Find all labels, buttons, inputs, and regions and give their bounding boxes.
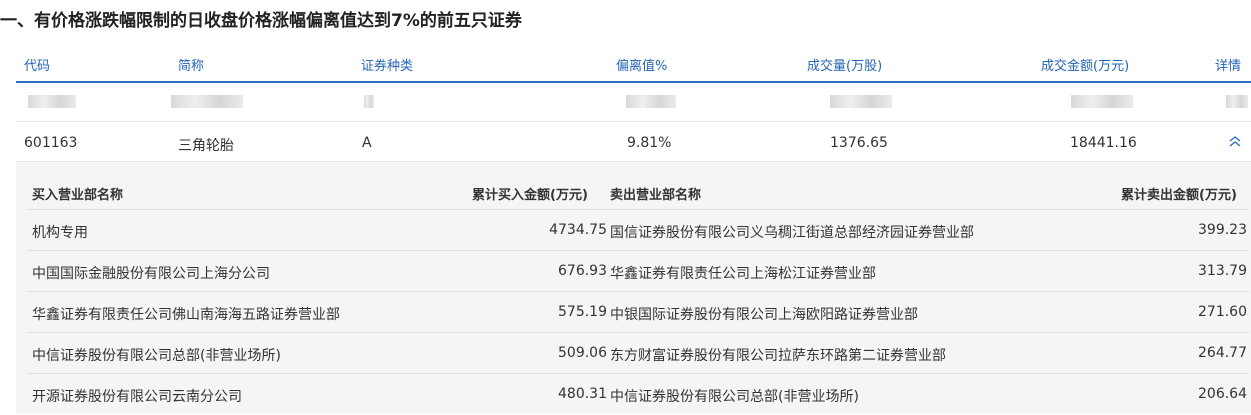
buy-amount: 509.06 <box>558 345 607 361</box>
col-amount: 成交金额(万元) <box>1041 59 1130 74</box>
blurred-cell <box>1071 95 1133 108</box>
blurred-cell <box>171 95 243 108</box>
sell-amount: 264.77 <box>1198 345 1247 361</box>
stock-name: 三角轮胎 <box>178 138 234 154</box>
detail-row: 中国国际金融股份有限公司上海分公司 676.93 华鑫证券有限责任公司上海松江证券营… <box>27 250 1249 292</box>
buy-name: 机构专用 <box>32 225 88 241</box>
page-title: 一、有价格涨跌幅限制的日收盘价格涨幅偏离值达到7%的前五只证券 <box>0 11 522 31</box>
col-type: 证券种类 <box>361 59 414 74</box>
col-code: 代码 <box>24 59 51 74</box>
chevron-double-up-icon[interactable] <box>1228 135 1242 150</box>
col-detail: 详情 <box>1215 59 1242 74</box>
buy-name: 中信证券股份有限公司总部(非营业场所) <box>32 348 281 364</box>
stock-type: A <box>362 135 372 151</box>
detail-header: 买入营业部名称 累计买入金额(万元) 卖出营业部名称 累计卖出金额(万元) <box>16 162 1251 208</box>
buy-name: 华鑫证券有限责任公司佛山南海海五路证券营业部 <box>32 307 340 323</box>
sell-name: 东方财富证券股份有限公司拉萨东环路第二证券营业部 <box>610 348 946 364</box>
buy-name: 中国国际金融股份有限公司上海分公司 <box>32 266 270 282</box>
stock-amount: 18441.16 <box>1070 135 1137 151</box>
col-volume: 成交量(万股) <box>807 59 883 74</box>
sell-amount: 399.23 <box>1198 222 1247 238</box>
col-deviation: 偏离值% <box>616 59 668 74</box>
buy-name: 开源证券股份有限公司云南分公司 <box>32 389 242 405</box>
sell-amount: 206.64 <box>1198 386 1247 402</box>
detail-row: 中信证券股份有限公司总部(非营业场所) 509.06 东方财富证券股份有限公司拉萨东… <box>27 332 1249 374</box>
blurred-cell <box>626 95 676 108</box>
detail-row: 机构专用 4734.75 国信证券股份有限公司义乌稠江街道总部经济园证券营业部 399… <box>27 209 1249 251</box>
blurred-cell <box>364 95 374 108</box>
detail-row: 华鑫证券有限责任公司佛山南海海五路证券营业部 575.19 中银国际证券股份有限公司… <box>27 291 1249 333</box>
sell-name: 中银国际证券股份有限公司上海欧阳路证券营业部 <box>610 307 918 323</box>
sell-name: 华鑫证券有限责任公司上海松江证券营业部 <box>610 266 876 282</box>
table-row[interactable]: 601163 三角轮胎 A 9.81% 1376.65 18441.16 <box>16 122 1251 162</box>
buy-amount: 575.19 <box>558 304 607 320</box>
buy-amount: 4734.75 <box>549 222 607 238</box>
col-name: 简称 <box>178 59 205 74</box>
detail-row: 开源证券股份有限公司云南分公司 480.31 中信证券股份有限公司总部(非营业场所)… <box>27 373 1249 415</box>
blurred-row <box>16 83 1251 122</box>
blurred-cell <box>830 95 892 108</box>
buy-amount-header: 累计买入金额(万元) <box>472 188 588 203</box>
stock-deviation: 9.81% <box>627 135 672 151</box>
sell-name: 中信证券股份有限公司总部(非营业场所) <box>610 389 859 405</box>
sell-name-header: 卖出营业部名称 <box>610 188 702 203</box>
sell-name: 国信证券股份有限公司义乌稠江街道总部经济园证券营业部 <box>610 225 974 241</box>
sell-amount: 271.60 <box>1198 304 1247 320</box>
stock-code: 601163 <box>24 135 78 151</box>
stock-volume: 1376.65 <box>830 135 888 151</box>
blurred-cell <box>1226 95 1248 108</box>
detail-panel: 买入营业部名称 累计买入金额(万元) 卖出营业部名称 累计卖出金额(万元) 机构… <box>16 162 1251 414</box>
buy-name-header: 买入营业部名称 <box>32 188 124 203</box>
sell-amount: 313.79 <box>1198 263 1247 279</box>
table-header: 代码 简称 证券种类 偏离值% 成交量(万股) 成交金额(万元) 详情 <box>16 44 1251 83</box>
buy-amount: 676.93 <box>558 263 607 279</box>
buy-amount: 480.31 <box>558 386 607 402</box>
blurred-cell <box>28 95 76 108</box>
sell-amount-header: 累计卖出金额(万元) <box>1121 188 1237 203</box>
